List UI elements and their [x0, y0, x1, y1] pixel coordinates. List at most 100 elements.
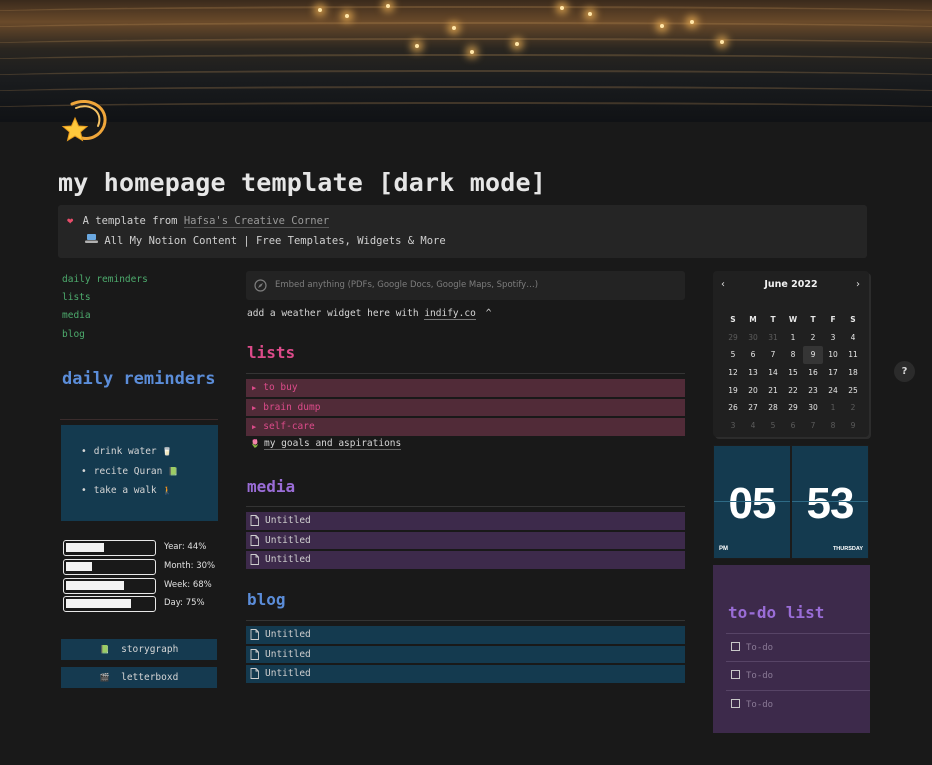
letterboxd-link[interactable]: 🎬 letterboxd [61, 667, 217, 688]
calendar-day[interactable]: 6 [783, 417, 803, 435]
notion-content-link[interactable]: All My Notion Content | Free Templates, … [104, 235, 445, 247]
clock-hour-panel: 05 PM [714, 446, 790, 558]
toggle-brain-dump[interactable]: ▶ brain dump [246, 398, 685, 418]
calendar-day[interactable]: 9 [843, 417, 863, 435]
calendar-day[interactable]: 21 [763, 382, 783, 400]
calendar-day[interactable]: 3 [723, 417, 743, 435]
indify-link[interactable]: indify.co [424, 308, 476, 320]
help-button[interactable]: ? [894, 361, 915, 382]
media-page-row[interactable]: Untitled [246, 512, 685, 530]
daily-reminders-heading[interactable]: daily reminders [62, 368, 217, 390]
checkbox[interactable] [731, 670, 740, 679]
flip-divider [792, 501, 868, 502]
calendar-day[interactable]: 20 [743, 382, 763, 400]
calendar-day[interactable]: 5 [763, 417, 783, 435]
toggle-arrow-icon[interactable]: ▶ [252, 419, 256, 437]
lists-heading[interactable]: lists [247, 343, 295, 362]
toc-item-lists[interactable]: lists [62, 292, 148, 310]
blog-heading[interactable]: blog [247, 590, 286, 609]
calendar-day[interactable]: 22 [783, 382, 803, 400]
calendar-day[interactable]: 4 [843, 329, 863, 347]
calendar-day[interactable]: 9 [803, 346, 823, 365]
calendar-day[interactable]: 10 [823, 346, 843, 364]
clock-hour: 05 [728, 479, 777, 528]
calendar-day[interactable]: 23 [803, 382, 823, 400]
calendar-day[interactable]: 16 [803, 364, 823, 382]
calendar-day[interactable]: 3 [823, 329, 843, 347]
chevron-right-icon[interactable]: › [856, 279, 860, 290]
calendar-day[interactable]: 2 [803, 329, 823, 347]
calendar-day[interactable]: 30 [743, 329, 763, 347]
toc-item-media[interactable]: media [62, 310, 148, 328]
page-icon [250, 668, 259, 679]
calendar-day[interactable]: 28 [763, 399, 783, 417]
toggle-self-care[interactable]: ▶ self-care [246, 418, 685, 436]
calendar-day[interactable]: 8 [823, 417, 843, 435]
calendar-day[interactable]: 31 [763, 329, 783, 347]
reminder-item[interactable]: drink water 🥛 [81, 446, 178, 466]
calendar-day[interactable]: 27 [743, 399, 763, 417]
calendar-day[interactable]: 5 [723, 346, 743, 364]
todo-item[interactable]: To-do [726, 633, 870, 661]
page-icon [250, 515, 259, 526]
todo-item[interactable]: To-do [726, 690, 870, 718]
calendar-day[interactable]: 19 [723, 382, 743, 400]
weekday-label: F [830, 315, 836, 324]
calendar-day[interactable]: 2 [843, 399, 863, 417]
media-heading[interactable]: media [247, 477, 295, 496]
toggle-to-buy[interactable]: ▶ to buy [246, 379, 685, 397]
calendar-day[interactable]: 26 [723, 399, 743, 417]
checkbox[interactable] [731, 699, 740, 708]
calendar-day[interactable]: 12 [723, 364, 743, 382]
callout-prefix: A template from [82, 215, 184, 227]
media-page-row[interactable]: Untitled [246, 531, 685, 549]
reminder-item[interactable]: take a walk 🚶 [81, 485, 178, 505]
toc-item-blog[interactable]: blog [62, 329, 148, 347]
media-page-row[interactable]: Untitled [246, 551, 685, 569]
divider [246, 506, 685, 507]
goals-page-link[interactable]: 🌷 my goals and aspirations [250, 438, 402, 450]
calendar-day[interactable]: 6 [743, 346, 763, 364]
calendar-day[interactable]: 13 [743, 364, 763, 382]
calendar-day[interactable]: 8 [783, 346, 803, 364]
toc-item-daily-reminders[interactable]: daily reminders [62, 274, 148, 292]
calendar-day[interactable]: 4 [743, 417, 763, 435]
embed-placeholder: Embed anything (PDFs, Google Docs, Googl… [275, 280, 539, 290]
calendar-day[interactable]: 24 [823, 382, 843, 400]
calendar-day[interactable]: 17 [823, 364, 843, 382]
caret-up-icon: ^ [485, 308, 492, 319]
blog-page-row[interactable]: Untitled [246, 645, 685, 663]
author-link[interactable]: Hafsa's Creative Corner [183, 215, 330, 228]
progress-fill [66, 543, 104, 552]
todo-item[interactable]: To-do [726, 661, 870, 689]
toggle-arrow-icon[interactable]: ▶ [252, 400, 256, 418]
page-title[interactable]: my homepage template [dark mode] [58, 168, 546, 197]
calendar-day[interactable]: 14 [763, 364, 783, 382]
storygraph-link[interactable]: 📗 storygraph [61, 639, 217, 660]
calendar-day[interactable]: 29 [783, 399, 803, 417]
progress-label: Week: 68% [164, 579, 212, 590]
embed-block[interactable]: Embed anything (PDFs, Google Docs, Googl… [246, 271, 685, 300]
shooting-star-icon[interactable] [60, 96, 110, 146]
reminder-item[interactable]: recite Quran 📗 [81, 466, 178, 486]
todo-heading[interactable]: to-do list [728, 603, 824, 622]
cover-image[interactable] [0, 0, 932, 122]
blog-page-row[interactable]: Untitled [246, 626, 685, 644]
calendar-day[interactable]: 7 [803, 417, 823, 435]
calendar-day[interactable]: 18 [843, 364, 863, 382]
blog-page-row[interactable]: Untitled [246, 665, 685, 683]
calendar-day[interactable]: 25 [843, 382, 863, 400]
storygraph-label: storygraph [121, 644, 179, 655]
calendar-day[interactable]: 30 [803, 399, 823, 417]
walking-icon: 🚶 [162, 486, 173, 495]
calendar-day[interactable]: 7 [763, 346, 783, 364]
calendar-day[interactable]: 29 [723, 329, 743, 347]
calendar-day[interactable]: 1 [783, 329, 803, 347]
calendar-day[interactable]: 15 [783, 364, 803, 382]
calendar-day[interactable]: 11 [843, 346, 863, 364]
calendar-grid: S M T W T F S 29 30 31 1 2 3 4 5 6 7 8 9 10 11 12 13 14 15 16 17 18… [723, 311, 863, 435]
toggle-arrow-icon[interactable]: ▶ [252, 380, 256, 398]
divider [60, 419, 218, 420]
calendar-day[interactable]: 1 [823, 399, 843, 417]
checkbox[interactable] [731, 642, 740, 651]
